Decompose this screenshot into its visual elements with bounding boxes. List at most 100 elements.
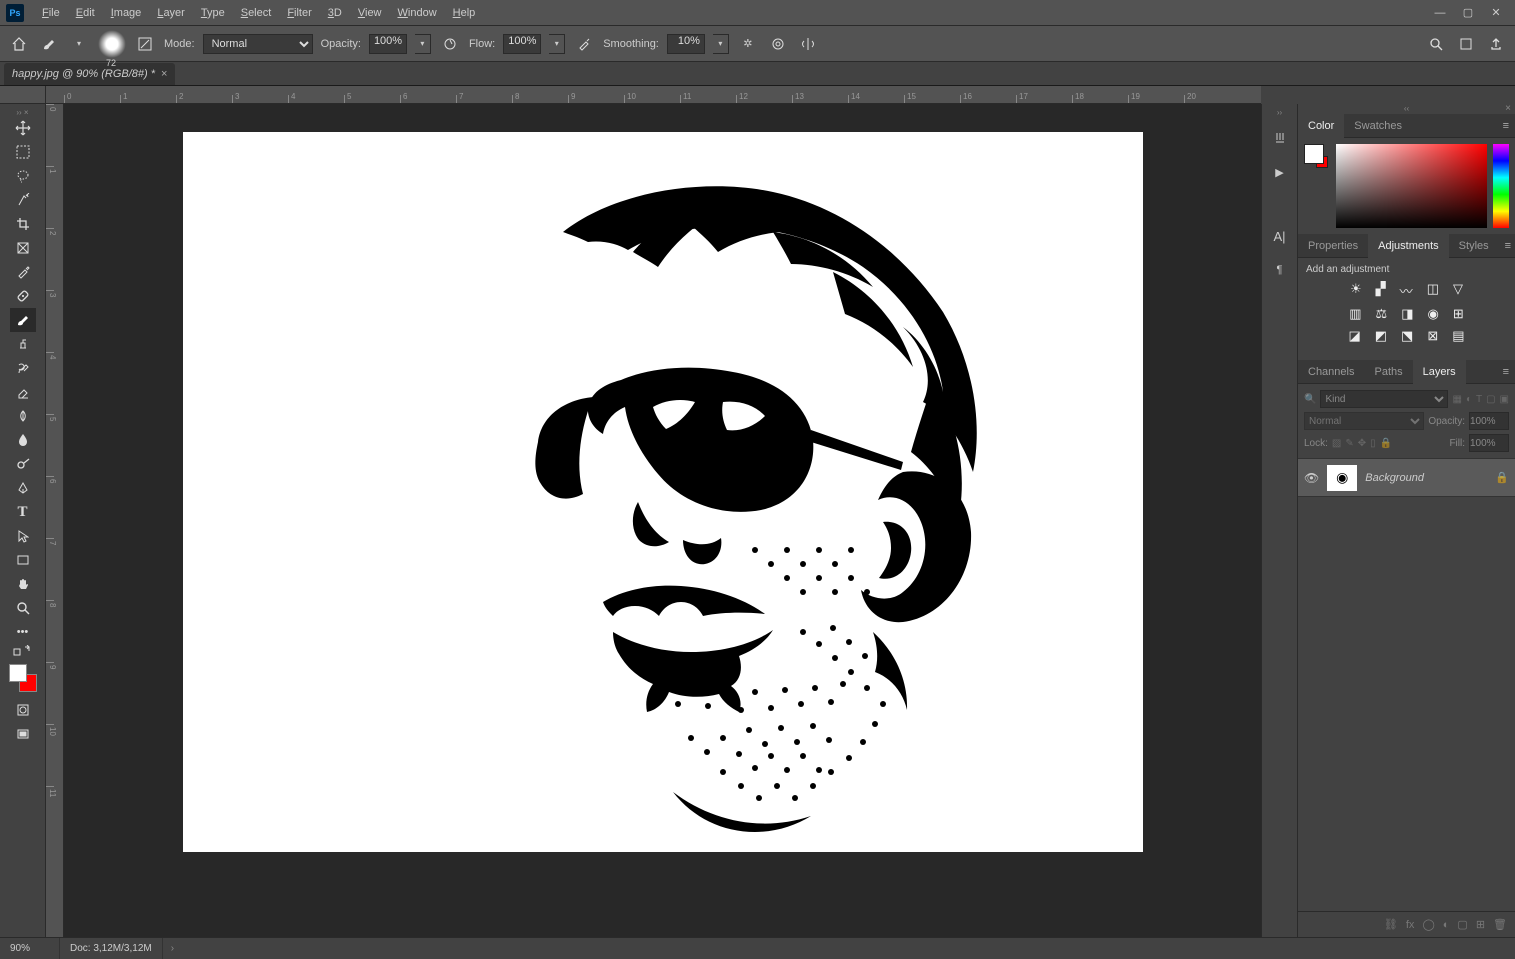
balance-adj-icon[interactable]: ⚖ bbox=[1376, 306, 1388, 322]
exposure-adj-icon[interactable]: ◫ bbox=[1427, 281, 1439, 300]
smoothing-input[interactable]: 10% bbox=[667, 34, 705, 54]
filter-smart-icon[interactable]: ▣ bbox=[1500, 394, 1509, 405]
panel-grip[interactable]: ‹‹× bbox=[1298, 104, 1515, 114]
pen-tool[interactable] bbox=[10, 476, 36, 500]
brush-tool-icon[interactable] bbox=[38, 33, 60, 55]
layer-thumbnail[interactable]: ◉ bbox=[1327, 465, 1357, 491]
history-brush-tool[interactable] bbox=[10, 356, 36, 380]
tab-properties[interactable]: Properties bbox=[1298, 234, 1368, 258]
lock-all-icon[interactable]: 🔒 bbox=[1380, 438, 1392, 449]
eyedropper-tool[interactable] bbox=[10, 260, 36, 284]
layer-mask-icon[interactable]: ◯ bbox=[1422, 918, 1434, 931]
layers-panel-menu-icon[interactable]: ≡ bbox=[1497, 366, 1515, 378]
panel-close-icon[interactable]: × bbox=[1505, 103, 1511, 114]
blur-tool[interactable] bbox=[10, 428, 36, 452]
eraser-tool[interactable] bbox=[10, 380, 36, 404]
channel-mixer-adj-icon[interactable]: ⊞ bbox=[1453, 306, 1464, 322]
foreground-color[interactable] bbox=[9, 664, 27, 682]
delete-layer-icon[interactable]: 🗑 bbox=[1493, 918, 1507, 931]
brightness-adj-icon[interactable]: ☀ bbox=[1350, 281, 1362, 300]
menu-image[interactable]: Image bbox=[103, 3, 150, 23]
menu-select[interactable]: Select bbox=[233, 3, 280, 23]
curves-adj-icon[interactable]: 〰 bbox=[1400, 281, 1413, 300]
menu-3d[interactable]: 3D bbox=[320, 3, 350, 23]
screen-mode-icon[interactable] bbox=[1455, 33, 1477, 55]
adjust-panel-menu-icon[interactable]: ≡ bbox=[1499, 240, 1515, 252]
share-icon[interactable] bbox=[1485, 33, 1507, 55]
hue-slider[interactable] bbox=[1493, 144, 1509, 228]
close-button[interactable]: ✕ bbox=[1483, 3, 1509, 23]
menu-help[interactable]: Help bbox=[445, 3, 484, 23]
brush-panel-icon[interactable] bbox=[134, 33, 156, 55]
opacity-dropdown[interactable]: ▾ bbox=[415, 34, 431, 54]
new-layer-icon[interactable]: ⊞ bbox=[1476, 918, 1485, 931]
layer-filter-select[interactable]: Kind bbox=[1320, 390, 1448, 408]
quick-select-tool[interactable] bbox=[10, 188, 36, 212]
hand-tool[interactable] bbox=[10, 572, 36, 596]
threshold-adj-icon[interactable]: ⊠ bbox=[1427, 328, 1438, 344]
type-tool[interactable]: T bbox=[10, 500, 36, 524]
smoothing-options-icon[interactable]: ✲ bbox=[737, 33, 759, 55]
pressure-size-icon[interactable] bbox=[767, 33, 789, 55]
filter-adjust-icon[interactable]: ◐ bbox=[1466, 394, 1472, 405]
canvas[interactable] bbox=[183, 132, 1143, 852]
close-tab-icon[interactable]: × bbox=[161, 68, 167, 80]
move-tool[interactable] bbox=[10, 116, 36, 140]
tab-channels[interactable]: Channels bbox=[1298, 360, 1364, 384]
menu-filter[interactable]: Filter bbox=[279, 3, 319, 23]
tab-adjustments[interactable]: Adjustments bbox=[1368, 234, 1449, 258]
layer-opacity-input[interactable] bbox=[1469, 412, 1509, 430]
menu-view[interactable]: View bbox=[350, 3, 390, 23]
levels-adj-icon[interactable]: ▞ bbox=[1376, 281, 1386, 300]
filter-shape-icon[interactable]: ▢ bbox=[1486, 394, 1495, 405]
invert-adj-icon[interactable]: ◩ bbox=[1375, 328, 1387, 344]
dodge-tool[interactable] bbox=[10, 452, 36, 476]
brush-preview[interactable]: 72 bbox=[98, 30, 126, 58]
new-group-icon[interactable]: ▢ bbox=[1457, 918, 1467, 931]
character-panel-icon[interactable]: A| bbox=[1268, 224, 1292, 248]
photo-filter-adj-icon[interactable]: ◉ bbox=[1428, 306, 1439, 322]
marquee-tool[interactable] bbox=[10, 140, 36, 164]
menu-layer[interactable]: Layer bbox=[149, 3, 193, 23]
menu-edit[interactable]: Edit bbox=[68, 3, 103, 23]
screen-mode-tool[interactable] bbox=[10, 722, 36, 746]
minimize-button[interactable]: — bbox=[1427, 3, 1453, 23]
search-icon[interactable] bbox=[1425, 33, 1447, 55]
layer-row-background[interactable]: 👁 ◉ Background 🔒 bbox=[1298, 459, 1515, 497]
airbrush-icon[interactable] bbox=[573, 33, 595, 55]
fill-input[interactable] bbox=[1469, 434, 1509, 452]
zoom-status[interactable]: 90% bbox=[0, 938, 60, 959]
opacity-input[interactable]: 100% bbox=[369, 34, 407, 54]
hue-adj-icon[interactable]: ▥ bbox=[1349, 306, 1361, 322]
lock-trans-icon[interactable]: ▨ bbox=[1332, 438, 1341, 449]
frame-tool[interactable] bbox=[10, 236, 36, 260]
gradient-tool[interactable] bbox=[10, 404, 36, 428]
menu-window[interactable]: Window bbox=[390, 3, 445, 23]
fg-color-mini[interactable] bbox=[1304, 144, 1324, 164]
clone-stamp-tool[interactable] bbox=[10, 332, 36, 356]
quick-mask-icon[interactable] bbox=[10, 698, 36, 722]
pressure-opacity-icon[interactable] bbox=[439, 33, 461, 55]
visibility-icon[interactable]: 👁 bbox=[1304, 471, 1319, 485]
tab-color[interactable]: Color bbox=[1298, 114, 1344, 138]
status-menu-icon[interactable]: › bbox=[163, 943, 182, 954]
vibrance-adj-icon[interactable]: ▽ bbox=[1453, 281, 1463, 300]
flow-input[interactable]: 100% bbox=[503, 34, 541, 54]
color-field[interactable] bbox=[1336, 144, 1487, 228]
bw-adj-icon[interactable]: ◨ bbox=[1401, 306, 1413, 322]
symmetry-icon[interactable] bbox=[797, 33, 819, 55]
lasso-tool[interactable] bbox=[10, 164, 36, 188]
layer-lock-icon[interactable]: 🔒 bbox=[1495, 471, 1509, 484]
tab-styles[interactable]: Styles bbox=[1449, 234, 1499, 258]
flow-dropdown[interactable]: ▾ bbox=[549, 34, 565, 54]
blend-mode-layer-select[interactable]: Normal bbox=[1304, 412, 1424, 430]
lock-paint-icon[interactable]: ✎ bbox=[1345, 438, 1353, 449]
color-panel-menu-icon[interactable]: ≡ bbox=[1497, 120, 1515, 132]
menu-type[interactable]: Type bbox=[193, 3, 233, 23]
filter-type-icon[interactable]: T bbox=[1476, 394, 1482, 405]
maximize-button[interactable]: ▢ bbox=[1455, 3, 1481, 23]
color-swatch-mini[interactable] bbox=[1304, 144, 1330, 228]
edit-toolbar-icon[interactable]: ••• bbox=[10, 620, 36, 644]
document-tab[interactable]: happy.jpg @ 90% (RGB/8#) * × bbox=[4, 63, 175, 85]
zoom-tool[interactable] bbox=[10, 596, 36, 620]
